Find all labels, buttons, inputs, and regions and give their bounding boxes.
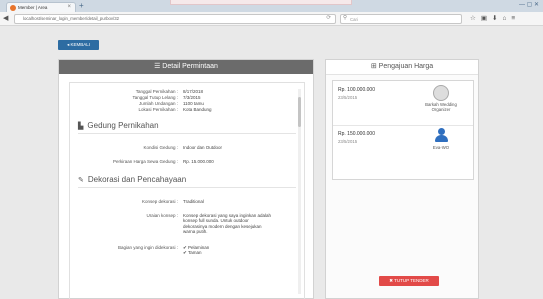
back-arrow-icon[interactable]: ◀ <box>3 14 8 22</box>
harga-value: Rp. 15.000.000 <box>183 159 214 164</box>
edit-icon: ✎ <box>78 177 84 184</box>
search-placeholder: Cari <box>350 16 358 22</box>
menu-icon: ≡ <box>511 15 521 22</box>
firefox-icon <box>10 5 16 11</box>
field-label: Lokasi Pernikahan : <box>138 107 178 112</box>
scrollbar-thumb[interactable] <box>298 97 301 127</box>
bookmarks-icon: ▣ <box>480 15 492 22</box>
offer-item[interactable]: Rp. 150.000.000 23/5/2015 Eva-WO <box>333 125 473 155</box>
search-icon: ⚲ <box>343 15 348 21</box>
uraian-line: warna putih. <box>183 229 208 235</box>
user-icon <box>434 128 448 143</box>
field-value: 1100 tamu <box>183 101 204 106</box>
field-label: Tanggal Tutup Lelang : <box>132 95 178 100</box>
offer-price: Rp. 150.000.000 <box>338 131 375 137</box>
field-label: Jumlah Undangan : <box>138 101 178 106</box>
section-title: Dekorasi dan Pencahayaan <box>87 175 187 184</box>
offer-list: Rp. 100.000.000 23/5/2015 Barkah Wedding… <box>332 80 474 180</box>
field-value: 7/3/2015 <box>183 95 201 100</box>
download-icon: ⬇ <box>491 15 503 22</box>
reload-icon[interactable]: ⟳ <box>326 15 331 21</box>
section-gedung: ▙ Gedung Pernikahan <box>78 121 159 130</box>
detail-title: Detail Permintaan <box>162 63 218 70</box>
avatar <box>433 85 449 101</box>
divider <box>78 187 296 188</box>
detail-panel-header: ☰ Detail Permintaan <box>59 60 313 74</box>
close-tender-button[interactable]: ✖ TUTUP TENDER <box>379 276 439 286</box>
detail-panel: ☰ Detail Permintaan Tanggal Pernikahan :… <box>58 59 314 299</box>
building-icon: ▙ <box>78 123 84 130</box>
pengajuan-panel: ⊞ Pengajuan Harga Rp. 100.000.000 23/5/2… <box>325 59 479 299</box>
offer-vendor: Eva-WO <box>432 145 450 150</box>
pengajuan-title: Pengajuan Harga <box>378 63 434 70</box>
kondisi-label: Kondisi Gedung : <box>143 145 178 150</box>
uraian-label: Uraian konsep : <box>146 213 178 218</box>
kondisi-value: Indoor dan Outdoor <box>183 145 223 150</box>
section-dekorasi: ✎ Dekorasi dan Pencahayaan <box>78 175 186 184</box>
toolbar-icons[interactable]: ☆▣⬇⌂≡ <box>470 14 520 22</box>
back-button[interactable]: ◂ KEMBALI <box>58 40 99 50</box>
notification-strip <box>170 0 352 5</box>
offer-price: Rp. 100.000.000 <box>338 87 375 93</box>
search-input[interactable]: ⚲ Cari <box>340 14 462 24</box>
pengajuan-panel-header: ⊞ Pengajuan Harga <box>326 60 478 75</box>
field-value: Kota Bandung <box>183 107 212 112</box>
field-value: 8/17/2018 <box>183 89 204 94</box>
section-title: Gedung Pernikahan <box>87 121 159 130</box>
offer-date: 23/5/2015 <box>338 139 358 144</box>
bagian-item: ✔ Taman <box>183 250 202 256</box>
harga-label: Perkiraan Harga Sewa Gedung : <box>112 159 178 164</box>
browser-navbar: ◀ localhost/seminar_login_member/detail_… <box>0 12 543 26</box>
konsep-value: Traditional <box>183 199 204 204</box>
konsep-label: Konsep dekorasi : <box>141 199 178 204</box>
price-tag-icon: ⊞ <box>370 63 379 70</box>
offer-vendor: Barkah Wedding Organizer <box>425 102 457 113</box>
star-icon: ☆ <box>470 15 481 22</box>
window-controls[interactable]: — ▢ ✕ <box>519 1 539 8</box>
browser-titlebar: Member | Area × + — ▢ ✕ <box>0 0 543 13</box>
url-bar[interactable]: localhost/seminar_login_member/detail_pu… <box>14 14 336 24</box>
tab-close-icon[interactable]: × <box>67 4 71 10</box>
offer-date: 23/5/2015 <box>338 95 358 100</box>
detail-scroll-area[interactable]: Tanggal Pernikahan : 8/17/2018 Tanggal T… <box>69 82 305 299</box>
field-label: Tanggal Pernikahan : <box>135 89 178 94</box>
offer-item[interactable]: Rp. 100.000.000 23/5/2015 Barkah Wedding… <box>333 81 473 126</box>
tab-title: Member | Area <box>18 5 48 10</box>
url-text: localhost/seminar_login_member/detail_pu… <box>23 16 120 21</box>
bagian-label: Bagian yang ingin didekorasi : <box>117 245 178 250</box>
scrollbar[interactable] <box>298 89 301 294</box>
divider <box>78 133 296 134</box>
new-tab-button[interactable]: + <box>79 2 84 10</box>
